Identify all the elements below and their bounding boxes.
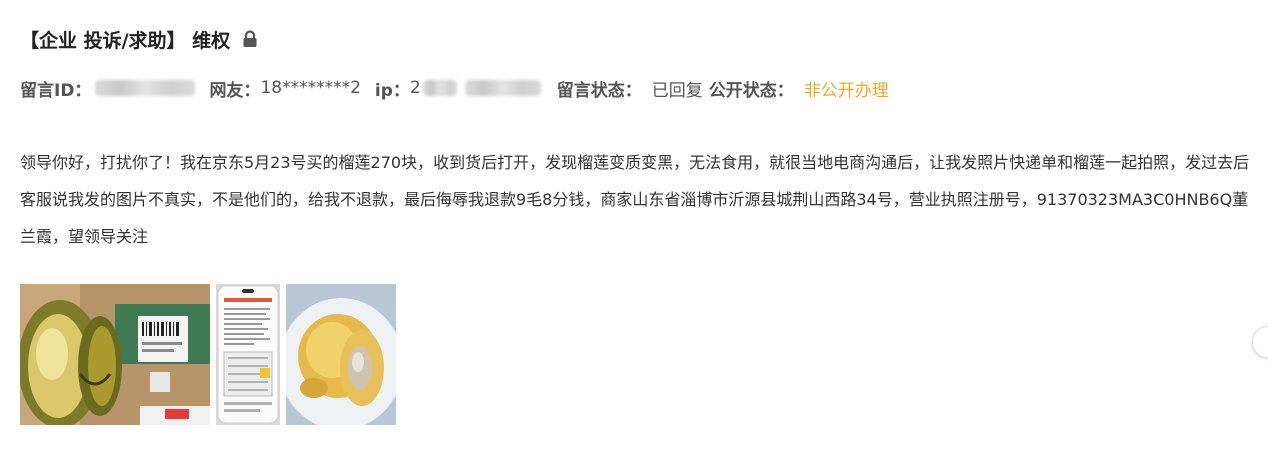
ip-redacted-1 [422,80,457,96]
lock-icon [242,30,258,48]
ip-prefix: 2 [409,78,421,98]
ip-label: ip： [374,80,410,101]
post-title-text: 【企业 投诉/求助】 维权 [20,29,231,52]
ip-redacted-2 [464,80,541,96]
phone-screenshot-photo[interactable] [216,284,280,425]
user-value: 18********2 [260,78,361,98]
public-status-value: 非公开办理 [803,80,889,101]
post-title: 【企业 投诉/求助】 维权 [20,24,258,54]
meta-row: 留言ID： 网友： 18********2 ip： 2 留言状态： 已回复 公开… [20,74,889,102]
message-id-redacted [95,80,196,96]
status-label: 留言状态： [556,80,642,101]
user-label: 网友： [209,80,261,101]
message-content: 领导你好，打扰你了！我在京东5月23号买的榴莲270块，收到货后打开，发现榴莲变… [20,153,1250,246]
message-card: 【企业 投诉/求助】 维权 留言ID： 网友： 18********2 ip： … [0,0,1268,449]
side-float-button[interactable] [1252,326,1268,358]
status-value: 已回复 [651,80,703,101]
durian-parcel-photo[interactable] [20,284,210,425]
durian-flesh-photo[interactable] [286,284,396,425]
public-status-label: 公开状态： [708,80,794,101]
image-gallery [20,284,396,425]
message-id-label: 留言ID： [20,80,92,101]
